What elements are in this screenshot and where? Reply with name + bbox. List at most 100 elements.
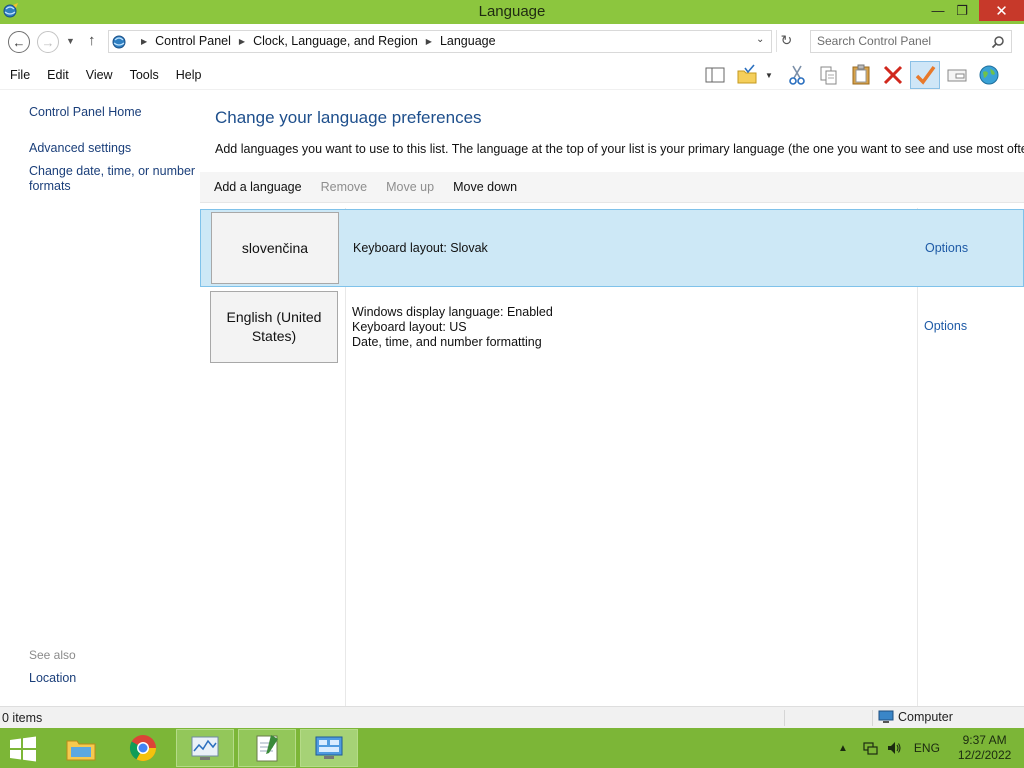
globe-icon (979, 65, 999, 85)
remove-button[interactable]: Remove (321, 180, 368, 194)
language-detail-line: Windows display language: Enabled (352, 305, 553, 319)
clock-date: 12/2/2022 (957, 748, 1012, 762)
taskbar-chrome[interactable] (114, 729, 172, 767)
address-bar[interactable]: ▶ Control Panel ▶ Clock, Language, and R… (108, 30, 772, 53)
language-tile-label: English (United States) (226, 309, 322, 344)
search-box[interactable] (810, 30, 1012, 53)
computer-icon (878, 710, 894, 723)
cut-icon (789, 65, 805, 85)
copy-button[interactable] (814, 61, 844, 89)
control-panel-home-link[interactable]: Control Panel Home (29, 105, 199, 120)
item-count: 0 items (2, 711, 43, 725)
language-list: slovenčina Keyboard layout: Slovak Optio… (200, 208, 1024, 706)
menu-bar: File Edit View Tools Help ▼ (0, 58, 1024, 90)
taskbar-control-panel[interactable] (300, 729, 358, 767)
layout-pane-icon (705, 67, 725, 83)
page-description: Add languages you want to use to this li… (215, 142, 1024, 156)
status-bar: 0 items Computer (0, 706, 1024, 728)
chevron-right-icon[interactable]: ▶ (141, 37, 147, 46)
language-action-bar: Add a language Remove Move up Move down (200, 172, 1024, 203)
notepad-icon (256, 735, 278, 762)
breadcrumb-clock-language-region[interactable]: Clock, Language, and Region (253, 34, 418, 48)
page-title: Change your language preferences (215, 108, 482, 127)
windows-start-icon[interactable] (8, 736, 38, 762)
toolbar: ▼ (700, 60, 1006, 90)
language-row-english[interactable]: English (United States) Windows display … (200, 290, 1024, 368)
control-panel-icon (315, 736, 343, 759)
folder-check-icon (737, 64, 757, 84)
show-hidden-icons-icon[interactable]: ▲ (838, 743, 848, 754)
status-location: Computer (878, 710, 953, 724)
menu-file[interactable]: File (10, 68, 30, 82)
search-input[interactable] (817, 34, 987, 48)
language-detail-line: Keyboard layout: US (352, 320, 467, 334)
up-button[interactable]: ↑ (88, 32, 96, 49)
control-panel-icon (112, 35, 126, 49)
advanced-settings-link[interactable]: Advanced settings (29, 141, 199, 156)
maximize-button[interactable]: ❐ (948, 0, 976, 21)
language-options-link[interactable]: Options (925, 241, 968, 255)
status-divider (872, 710, 873, 726)
language-tile[interactable]: English (United States) (210, 291, 338, 363)
performance-monitor-icon (191, 736, 219, 760)
chevron-right-icon[interactable]: ▶ (426, 37, 432, 46)
menu-help[interactable]: Help (176, 68, 202, 82)
breadcrumb-control-panel[interactable]: Control Panel (155, 34, 231, 48)
cut-button[interactable] (782, 61, 812, 89)
paste-button[interactable] (846, 61, 876, 89)
back-button[interactable]: ← (8, 31, 30, 53)
menu-view[interactable]: View (86, 68, 113, 82)
location-link[interactable]: Location (29, 671, 199, 686)
language-detail-line: Date, time, and number formatting (352, 335, 542, 349)
see-also-heading: See also (29, 648, 76, 662)
volume-icon[interactable] (886, 740, 902, 756)
language-details: Keyboard layout: Slovak (353, 241, 488, 256)
globe-button[interactable] (974, 61, 1004, 89)
copy-icon (820, 66, 837, 85)
change-date-formats-link[interactable]: Change date, time, or number formats (29, 164, 199, 194)
input-language-indicator[interactable]: ENG (914, 741, 940, 755)
navigation-pane: Control Panel Home Advanced settings Cha… (0, 90, 200, 706)
system-tray: ▲ ENG 9:37 AM 12/2/2022 (838, 728, 1011, 768)
apply-button[interactable] (910, 61, 940, 89)
taskbar-file-explorer[interactable] (52, 729, 110, 767)
paste-icon (852, 64, 870, 85)
title-bar: Language — ❐ ✕ (0, 0, 1024, 24)
properties-button[interactable] (942, 61, 972, 89)
address-dropdown-icon[interactable]: ⌄ (756, 34, 764, 45)
network-icon[interactable] (862, 740, 878, 756)
delete-icon (883, 65, 903, 85)
forward-button[interactable]: → (37, 31, 59, 53)
layout-pane-button[interactable] (700, 61, 730, 89)
folder-options-button[interactable] (732, 61, 762, 89)
chevron-right-icon[interactable]: ▶ (239, 37, 245, 46)
language-details: Windows display language: Enabled Keyboa… (352, 305, 553, 350)
checkmark-icon (915, 65, 936, 85)
chevron-down-icon[interactable]: ▼ (764, 71, 774, 80)
language-row-slovak[interactable]: slovenčina Keyboard layout: Slovak Optio… (200, 209, 1024, 287)
language-options-link[interactable]: Options (924, 319, 967, 333)
breadcrumb-language[interactable]: Language (440, 34, 496, 48)
menu-edit[interactable]: Edit (47, 68, 69, 82)
taskbar-performance-monitor[interactable] (176, 729, 234, 767)
clock[interactable]: 9:37 AM 12/2/2022 (958, 733, 1011, 763)
add-language-button[interactable]: Add a language (214, 180, 302, 194)
delete-button[interactable] (878, 61, 908, 89)
status-divider (784, 710, 785, 726)
search-icon[interactable] (991, 35, 1005, 49)
recent-locations-dropdown[interactable]: ▼ (66, 36, 75, 46)
language-tile[interactable]: slovenčina (211, 212, 339, 284)
menu-tools[interactable]: Tools (130, 68, 159, 82)
close-button[interactable]: ✕ (979, 0, 1024, 21)
window-title: Language (478, 3, 546, 20)
taskbar-notepad[interactable] (238, 729, 296, 767)
properties-icon (947, 69, 967, 82)
language-detail-line: Keyboard layout: Slovak (353, 241, 488, 255)
clock-time: 9:37 AM (962, 733, 1007, 747)
chrome-icon (129, 735, 157, 762)
move-down-button[interactable]: Move down (453, 180, 517, 194)
breadcrumb: ▶ Control Panel ▶ Clock, Language, and R… (133, 34, 496, 48)
refresh-button[interactable]: ↻ (776, 30, 796, 52)
move-up-button[interactable]: Move up (386, 180, 434, 194)
file-explorer-icon (66, 740, 96, 761)
